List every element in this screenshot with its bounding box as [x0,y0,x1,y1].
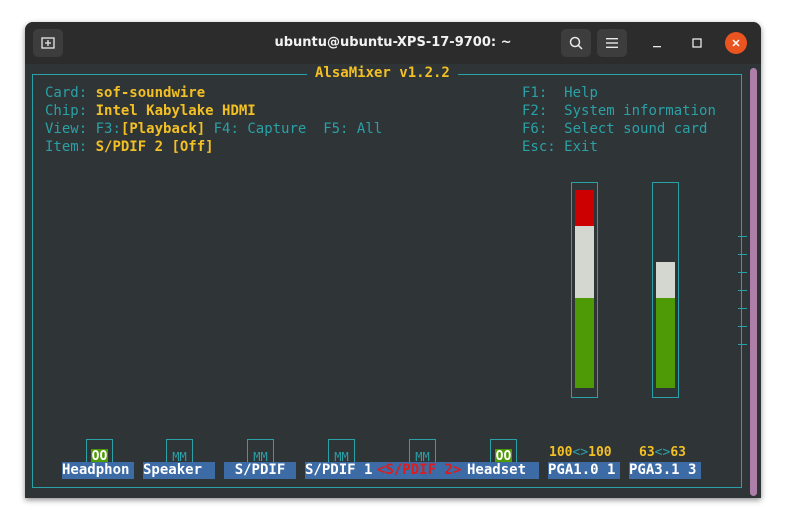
volume-gauge-pga3[interactable] [652,182,679,398]
volume-readout-pga3: 63<>63 [639,445,686,460]
control-headphone[interactable]: Headphon [62,462,134,479]
item-value: S/PDIF 2 [Off] [95,139,214,155]
item-label: Item: [45,139,88,155]
terminal-area[interactable]: AlsaMixer v1.2.2 Card: sof-soundwire Chi… [25,64,761,498]
volume-gauge-pga1[interactable] [571,182,598,398]
help-f1: F1: Help [522,85,598,101]
terminal-window: ubuntu@ubuntu-XPS-17-9700: ~ AlsaMixer v… [25,22,761,498]
control-spdif-1[interactable]: S/PDIF 1 [305,462,377,479]
search-icon[interactable] [561,29,591,57]
control-pga3[interactable]: PGA3.1 3 [629,462,701,479]
title-bar[interactable]: ubuntu@ubuntu-XPS-17-9700: ~ [25,22,761,64]
close-icon[interactable] [725,32,747,54]
help-esc: Esc: Exit [522,139,598,155]
scroll-tick [738,308,747,309]
alsamixer-title: AlsaMixer v1.2.2 [307,65,458,81]
chip-info: Chip: Intel Kabylake HDMI [45,102,256,120]
help-f6: F6: Select sound card [522,121,708,137]
scroll-tick [738,272,747,273]
card-info: Card: sof-soundwire [45,84,205,102]
view-f3: F3: [95,121,121,137]
help-f2: F2: System information [522,103,716,119]
volume-readout-pga1: 100<>100 [549,445,612,460]
terminal-scrollbar[interactable] [750,68,757,496]
scroll-tick [738,326,747,327]
scroll-tick [738,290,747,291]
control-spdif[interactable]: S/PDIF [224,462,296,479]
control-headset[interactable]: Headset [467,462,539,479]
view-info: View: F3:[Playback] F4: Capture F5: All [45,120,382,138]
control-speaker[interactable]: Speaker [143,462,215,479]
control-pga1[interactable]: PGA1.0 1 [548,462,620,479]
minimize-icon[interactable] [646,32,668,54]
hamburger-menu-icon[interactable] [597,29,627,57]
card-label: Card: [45,85,88,101]
scroll-tick [738,236,747,237]
gauge-green-segment [575,298,594,388]
view-all[interactable]: F5: All [323,121,382,137]
view-playback[interactable]: [Playback] [121,121,205,137]
gauge-white-segment [575,226,594,298]
card-value: sof-soundwire [95,85,206,101]
chip-value: Intel Kabylake HDMI [95,103,256,119]
scroll-tick [738,344,747,345]
gauge-green-segment [656,298,675,388]
scroll-tick [738,254,747,255]
view-label: View: [45,121,88,137]
maximize-icon[interactable] [686,32,708,54]
gauge-white-segment [656,262,675,298]
chip-label: Chip: [45,103,88,119]
item-info: Item: S/PDIF 2 [Off] [45,138,214,156]
gauge-red-segment [575,190,594,226]
view-capture[interactable]: F4: Capture [214,121,307,137]
control-spdif-2-selected[interactable]: <S/PDIF 2> [377,462,467,479]
